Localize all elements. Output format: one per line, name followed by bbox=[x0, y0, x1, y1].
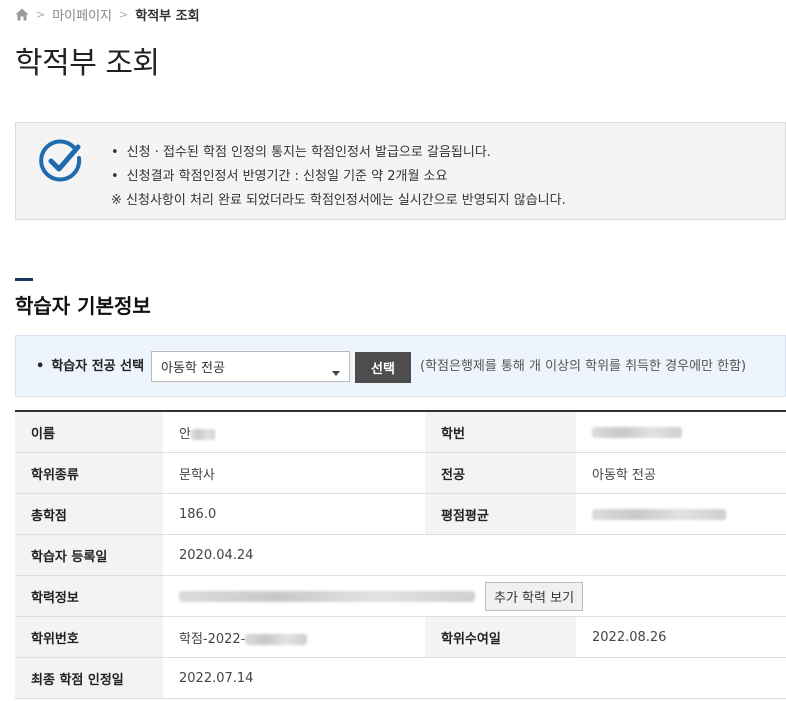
degree-number-value: 학점-2022- bbox=[163, 616, 425, 658]
redacted-mask bbox=[592, 426, 682, 438]
major-select-box: 학습자 전공 선택 아동학 전공 선택 (학점은행제를 통해 개 이상의 학위를… bbox=[15, 335, 786, 397]
name-value: 안 bbox=[163, 411, 425, 453]
degree-type-value: 문학사 bbox=[163, 452, 425, 494]
breadcrumb: > 마이페이지 > 학적부 조회 bbox=[15, 4, 200, 24]
registration-date-value: 2020.04.24 bbox=[163, 534, 786, 576]
redacted-mask bbox=[592, 508, 726, 520]
redacted-mask bbox=[179, 590, 475, 602]
registration-date-label: 학습자 등록일 bbox=[15, 534, 163, 576]
education-value: 추가 학력 보기 bbox=[163, 575, 786, 617]
student-id-label: 학번 bbox=[425, 411, 576, 453]
degree-type-label: 학위종류 bbox=[15, 452, 163, 494]
major-select-dropdown[interactable]: 아동학 전공 bbox=[151, 351, 350, 382]
major-select-value: 아동학 전공 bbox=[161, 361, 225, 376]
select-button[interactable]: 선택 bbox=[355, 352, 411, 383]
major-label: 전공 bbox=[425, 452, 576, 494]
home-icon[interactable] bbox=[15, 8, 29, 21]
notice-line: ※ 신청사항이 처리 완료 되었더라도 학점인정서에는 실시간으로 반영되지 않… bbox=[111, 193, 566, 208]
page-title: 학적부 조회 bbox=[15, 46, 160, 81]
redacted-mask bbox=[190, 428, 215, 440]
gpa-label: 평점평균 bbox=[425, 493, 576, 535]
table-row: 학습자 등록일 2020.04.24 bbox=[15, 534, 786, 576]
check-circle-icon bbox=[38, 138, 84, 184]
major-select-label: 학습자 전공 선택 bbox=[36, 336, 144, 398]
chevron-down-icon bbox=[332, 365, 340, 376]
degree-date-label: 학위수여일 bbox=[425, 616, 576, 658]
table-row: 총학점 186.0 평점평균 bbox=[15, 493, 786, 535]
total-credits-value: 186.0 bbox=[163, 493, 425, 535]
student-id-value bbox=[576, 411, 786, 453]
breadcrumb-item-mypage[interactable]: 마이페이지 bbox=[52, 5, 112, 24]
degree-date-value: 2022.08.26 bbox=[576, 616, 786, 658]
final-credit-date-value: 2022.07.14 bbox=[163, 657, 786, 699]
chevron-right-icon: > bbox=[119, 7, 129, 21]
learner-info-table: 이름 안 학번 학위종류 문학사 전공 아동학 전공 총학점 186.0 평점평… bbox=[15, 410, 786, 699]
table-row: 학위번호 학점-2022- 학위수여일 2022.08.26 bbox=[15, 616, 786, 658]
education-label: 학력정보 bbox=[15, 575, 163, 617]
more-education-button[interactable]: 추가 학력 보기 bbox=[485, 581, 584, 611]
notice-line: 신청결과 학점인정서 반영기간 : 신청일 기준 약 2개월 소요 bbox=[111, 165, 566, 189]
major-select-note: (학점은행제를 통해 개 이상의 학위를 취득한 경우에만 한함) bbox=[420, 359, 747, 374]
notice-list: 신청 · 접수된 학점 인정의 통지는 학점인정서 발급으로 갈음됩니다. 신청… bbox=[111, 141, 566, 213]
name-label: 이름 bbox=[15, 411, 163, 453]
final-credit-date-label: 최종 학점 인정일 bbox=[15, 657, 163, 699]
breadcrumb-item-current: 학적부 조회 bbox=[135, 8, 200, 24]
table-row: 학위종류 문학사 전공 아동학 전공 bbox=[15, 452, 786, 494]
table-row: 이름 안 학번 bbox=[15, 411, 786, 453]
notice-box: 신청 · 접수된 학점 인정의 통지는 학점인정서 발급으로 갈음됩니다. 신청… bbox=[15, 122, 786, 220]
section-title: 학습자 기본정보 bbox=[15, 294, 151, 318]
degree-number-label: 학위번호 bbox=[15, 616, 163, 658]
redacted-mask bbox=[245, 633, 308, 645]
table-row: 학력정보 추가 학력 보기 bbox=[15, 575, 786, 617]
major-value: 아동학 전공 bbox=[576, 452, 786, 494]
notice-line: 신청 · 접수된 학점 인정의 통지는 학점인정서 발급으로 갈음됩니다. bbox=[111, 141, 566, 165]
section-accent-bar bbox=[15, 278, 33, 281]
chevron-right-icon: > bbox=[36, 7, 46, 21]
table-row: 최종 학점 인정일 2022.07.14 bbox=[15, 657, 786, 699]
gpa-value bbox=[576, 493, 786, 535]
total-credits-label: 총학점 bbox=[15, 493, 163, 535]
